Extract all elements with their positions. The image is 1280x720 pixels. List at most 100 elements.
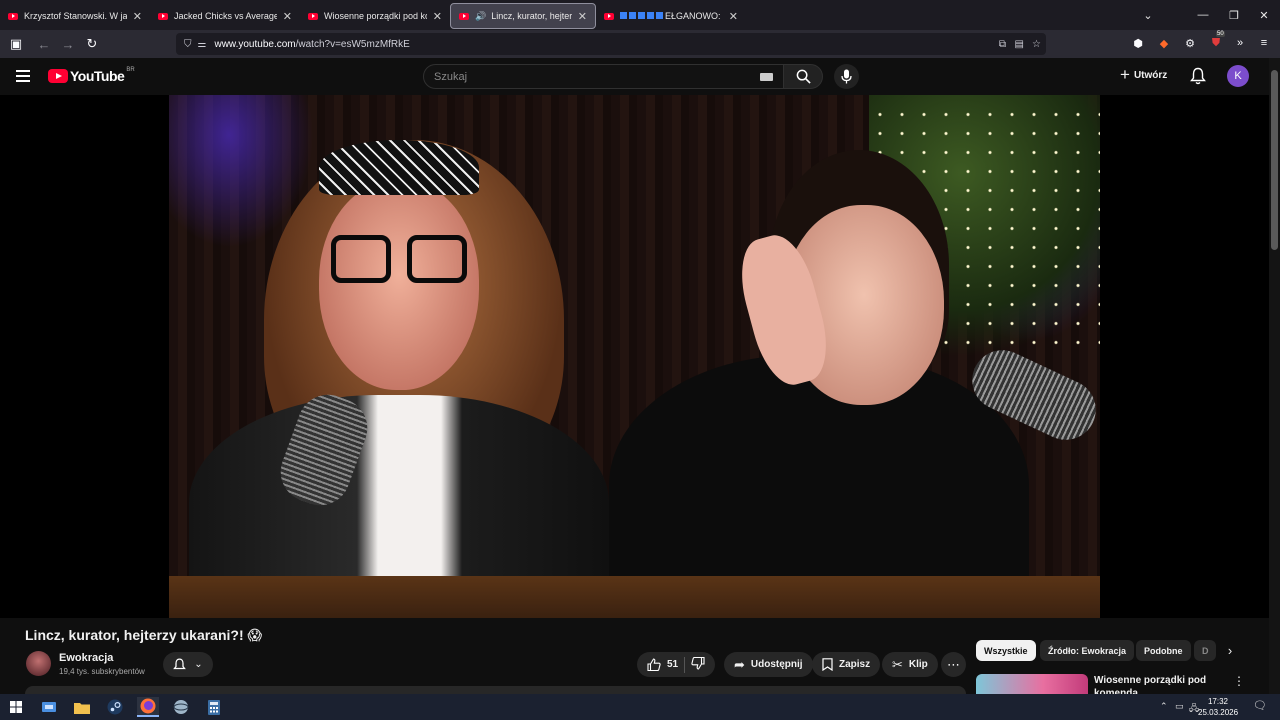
save-label: Zapisz [839,659,871,670]
firefox-icon[interactable] [137,697,159,717]
logo-text: YouTube [70,68,125,84]
dislike-button[interactable] [691,656,705,673]
like-count: 51 [667,659,679,670]
system-clock[interactable]: 17:32 25.03.2026 [1198,696,1238,718]
subscription-bell-button[interactable]: ⌄ [163,652,213,677]
tab-title: Lincz, kurator, hejterzy ukar [491,11,572,21]
browser-tab[interactable]: Wiosenne porządki pod komen ✕ [300,3,450,29]
steam-icon[interactable] [104,697,126,717]
chip-source-channel[interactable]: Źródło: Ewokracja [1040,640,1135,661]
account-avatar[interactable]: K [1227,65,1249,87]
app-menu-icon[interactable]: ≡ [1254,33,1274,53]
ublock-icon[interactable]: ⛊ 50 [1206,31,1226,53]
channel-name[interactable]: Ewokracja [59,652,113,664]
more-actions-icon[interactable]: ⋯ [941,652,966,677]
search-button[interactable] [783,64,823,89]
page-scrollbar[interactable] [1269,58,1280,694]
thumbs-up-icon [647,658,661,671]
task-view-icon[interactable] [38,697,60,717]
chevron-right-icon[interactable]: › [1220,640,1240,661]
browser-tab[interactable]: Jacked Chicks vs Average Joes | ✕ [150,3,300,29]
extension-badge: 50 [1216,31,1225,37]
extensions-puzzle-icon[interactable]: ⚙ [1180,33,1200,53]
recommended-title[interactable]: Wiosenne porządki pod komenda [1094,674,1214,694]
tray-app-icon[interactable]: ▭ [1175,701,1184,712]
guide-menu-icon[interactable] [16,70,30,82]
shield-icon[interactable]: ⛉ [184,39,192,50]
back-icon[interactable]: ← [32,32,56,56]
scrollbar-thumb[interactable] [1271,70,1278,250]
bookmark-star-icon[interactable]: ☆ [1032,39,1041,50]
chip-partial[interactable]: D [1194,640,1216,661]
close-window-icon[interactable]: ✕ [1247,0,1280,30]
video-player[interactable] [0,95,1269,618]
blue-squares-icon [620,11,665,21]
voice-search-button[interactable] [834,64,859,89]
left-person-face [319,180,479,390]
divider [684,656,686,673]
close-tab-icon[interactable]: ✕ [133,10,142,23]
recommendation-menu-icon[interactable]: ⋮ [1233,674,1245,688]
windows-start-icon[interactable] [5,697,27,717]
url-domain: www.youtube.com [214,38,296,50]
keyboard-icon[interactable] [760,73,773,81]
page-permissions-icon[interactable]: ⚌ [198,39,207,50]
app-globe-icon[interactable] [170,697,192,717]
search-icon [796,69,811,84]
tab-title: Wiosenne porządki pod komen [324,11,427,21]
calculator-icon[interactable] [203,697,225,717]
youtube-favicon-icon [459,12,469,20]
youtube-logo[interactable]: YouTube BR [48,67,135,84]
thumbs-down-icon [691,656,705,670]
extension-fox-icon[interactable]: ◆ [1154,33,1174,53]
clip-label: Klip [908,659,928,670]
reload-icon[interactable]: ↻ [80,32,104,56]
youtube-favicon-icon [604,12,614,20]
channel-avatar[interactable] [26,651,51,676]
file-explorer-icon[interactable] [71,697,93,717]
search-input[interactable]: Szukaj [423,64,784,89]
speaker-icon[interactable]: 🔊 [475,11,486,22]
chip-related[interactable]: Podobne [1136,640,1191,661]
chip-all[interactable]: Wszystkie [976,640,1036,661]
share-button[interactable]: ➦ Udostępnij [724,652,813,677]
reader-view-icon[interactable]: ▤ [1015,39,1024,50]
like-dislike-group: 51 [637,652,716,677]
close-tab-icon[interactable]: ✕ [433,10,442,23]
tab-title: Jacked Chicks vs Average Joes | [174,11,277,21]
share-arrow-icon: ➦ [734,656,745,672]
recommended-thumbnail[interactable] [976,674,1088,694]
notifications-center-icon[interactable]: 🗨 [1253,699,1267,712]
url-bar[interactable]: ⛉ ⚌ www.youtube.com/watch?v=esW5mzMfRkE … [176,33,1046,55]
video-frame[interactable] [169,95,1100,618]
youtube-play-logo-icon [48,69,68,83]
restore-icon[interactable]: ❐ [1217,0,1251,30]
clip-button[interactable]: ✂ Klip [882,652,938,677]
create-label: Utwórz [1133,69,1168,81]
forward-icon[interactable]: → [56,32,80,56]
like-button[interactable]: 51 [647,658,678,671]
sidebar-toggle-icon[interactable]: ▣ [4,32,28,56]
create-button[interactable]: + Utwórz [1120,65,1168,84]
tab-list-chevron-icon[interactable]: ⌄ [1131,0,1165,30]
bell-icon [1190,67,1206,85]
save-button[interactable]: Zapisz [812,652,881,677]
browser-tab[interactable]: EŁGANOWO: D ✕ [596,3,746,29]
browser-tab-active[interactable]: 🔊 Lincz, kurator, hejterzy ukar ✕ [450,3,596,29]
close-tab-icon[interactable]: ✕ [578,10,587,23]
glasses-lens [407,235,467,283]
plus-icon: + [1120,65,1130,84]
minimize-icon[interactable]: — [1186,0,1220,30]
browser-tab-strip: Krzysztof Stanowski. W jakiej sp ✕ Jacke… [0,0,1280,30]
subscriber-count: 19,4 tys. subskrybentów [59,667,145,676]
notifications-button[interactable] [1190,67,1206,90]
browser-tab[interactable]: Krzysztof Stanowski. W jakiej sp ✕ [0,3,150,29]
close-tab-icon[interactable]: ✕ [283,10,292,23]
clock-date: 25.03.2026 [1198,708,1239,717]
extension-icon[interactable]: ⬢ [1128,33,1148,53]
overflow-chevrons-icon[interactable]: » [1230,33,1250,53]
tray-chevron-icon[interactable]: ⌃ [1160,701,1168,712]
picture-in-picture-icon[interactable]: ⧉ [999,39,1006,50]
close-tab-icon[interactable]: ✕ [729,10,738,23]
bandana [319,140,479,195]
